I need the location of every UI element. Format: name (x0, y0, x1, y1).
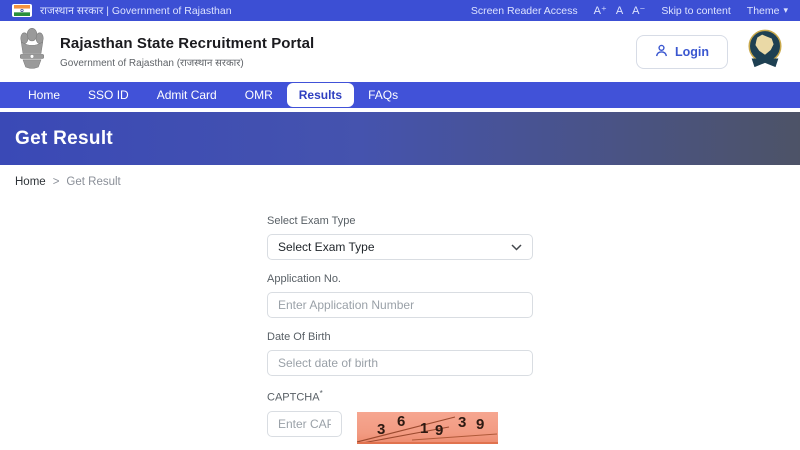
theme-label: Theme (747, 5, 780, 17)
captcha-digit: 1 (420, 420, 428, 437)
portal-title: Rajasthan State Recruitment Portal (60, 35, 314, 52)
font-decrease-button[interactable]: A⁻ (632, 4, 645, 17)
nav-item-faqs[interactable]: FAQs (354, 83, 412, 107)
rssb-seal-logo (744, 27, 786, 76)
main-navigation: Home SSO ID Admit Card OMR Results FAQs (0, 82, 800, 108)
exam-type-select[interactable]: Select Exam Type (267, 234, 533, 260)
masthead: Rajasthan State Recruitment Portal Gover… (0, 21, 800, 82)
nav-item-omr[interactable]: OMR (231, 83, 287, 107)
required-asterisk: * (320, 389, 323, 398)
chevron-down-icon (511, 240, 522, 254)
captcha-input[interactable] (267, 411, 342, 437)
nav-item-admit-card[interactable]: Admit Card (143, 83, 231, 107)
captcha-image: 3 6 1 9 3 9 (357, 412, 498, 444)
portal-subtitle: Government of Rajasthan (राजस्थान सरकार) (60, 55, 314, 69)
captcha-digit: 9 (435, 422, 443, 439)
breadcrumb-separator: > (53, 176, 60, 188)
dob-input[interactable] (267, 350, 533, 376)
nav-item-home[interactable]: Home (14, 83, 74, 107)
dob-label: Date Of Birth (267, 331, 533, 343)
india-flag-icon (12, 4, 32, 17)
captcha-label: CAPTCHA* (267, 389, 533, 404)
font-increase-button[interactable]: A⁺ (594, 4, 607, 17)
application-no-input[interactable] (267, 292, 533, 318)
breadcrumb-home[interactable]: Home (15, 176, 46, 188)
breadcrumb: Home > Get Result (0, 165, 800, 188)
user-icon (655, 44, 668, 60)
breadcrumb-current: Get Result (66, 176, 120, 188)
font-normal-button[interactable]: A (616, 5, 623, 17)
brand: Rajasthan State Recruitment Portal Gover… (14, 26, 314, 77)
captcha-digit: 3 (458, 414, 466, 431)
login-label: Login (675, 45, 709, 59)
skip-to-content-link[interactable]: Skip to content (661, 5, 730, 17)
theme-dropdown[interactable]: Theme ▾ (747, 5, 788, 17)
login-button[interactable]: Login (636, 35, 728, 69)
top-utility-bar: राजस्थान सरकार | Government of Rajasthan… (0, 0, 800, 21)
screen-reader-access-link[interactable]: Screen Reader Access (471, 5, 578, 17)
captcha-digit: 3 (377, 421, 385, 438)
government-label: राजस्थान सरकार | Government of Rajasthan (40, 4, 232, 18)
caret-down-icon: ▾ (783, 5, 788, 16)
nav-item-results[interactable]: Results (287, 83, 354, 107)
india-emblem-icon (14, 26, 50, 77)
captcha-digit: 6 (397, 413, 405, 430)
application-no-label: Application No. (267, 273, 533, 285)
get-result-form: Select Exam Type Select Exam Type Applic… (267, 215, 533, 444)
nav-item-sso-id[interactable]: SSO ID (74, 83, 143, 107)
captcha-digit: 9 (476, 416, 484, 433)
exam-type-selected-value: Select Exam Type (278, 240, 375, 254)
page-title: Get Result (15, 128, 113, 150)
page-banner: Get Result (0, 112, 800, 165)
exam-type-label: Select Exam Type (267, 215, 533, 227)
